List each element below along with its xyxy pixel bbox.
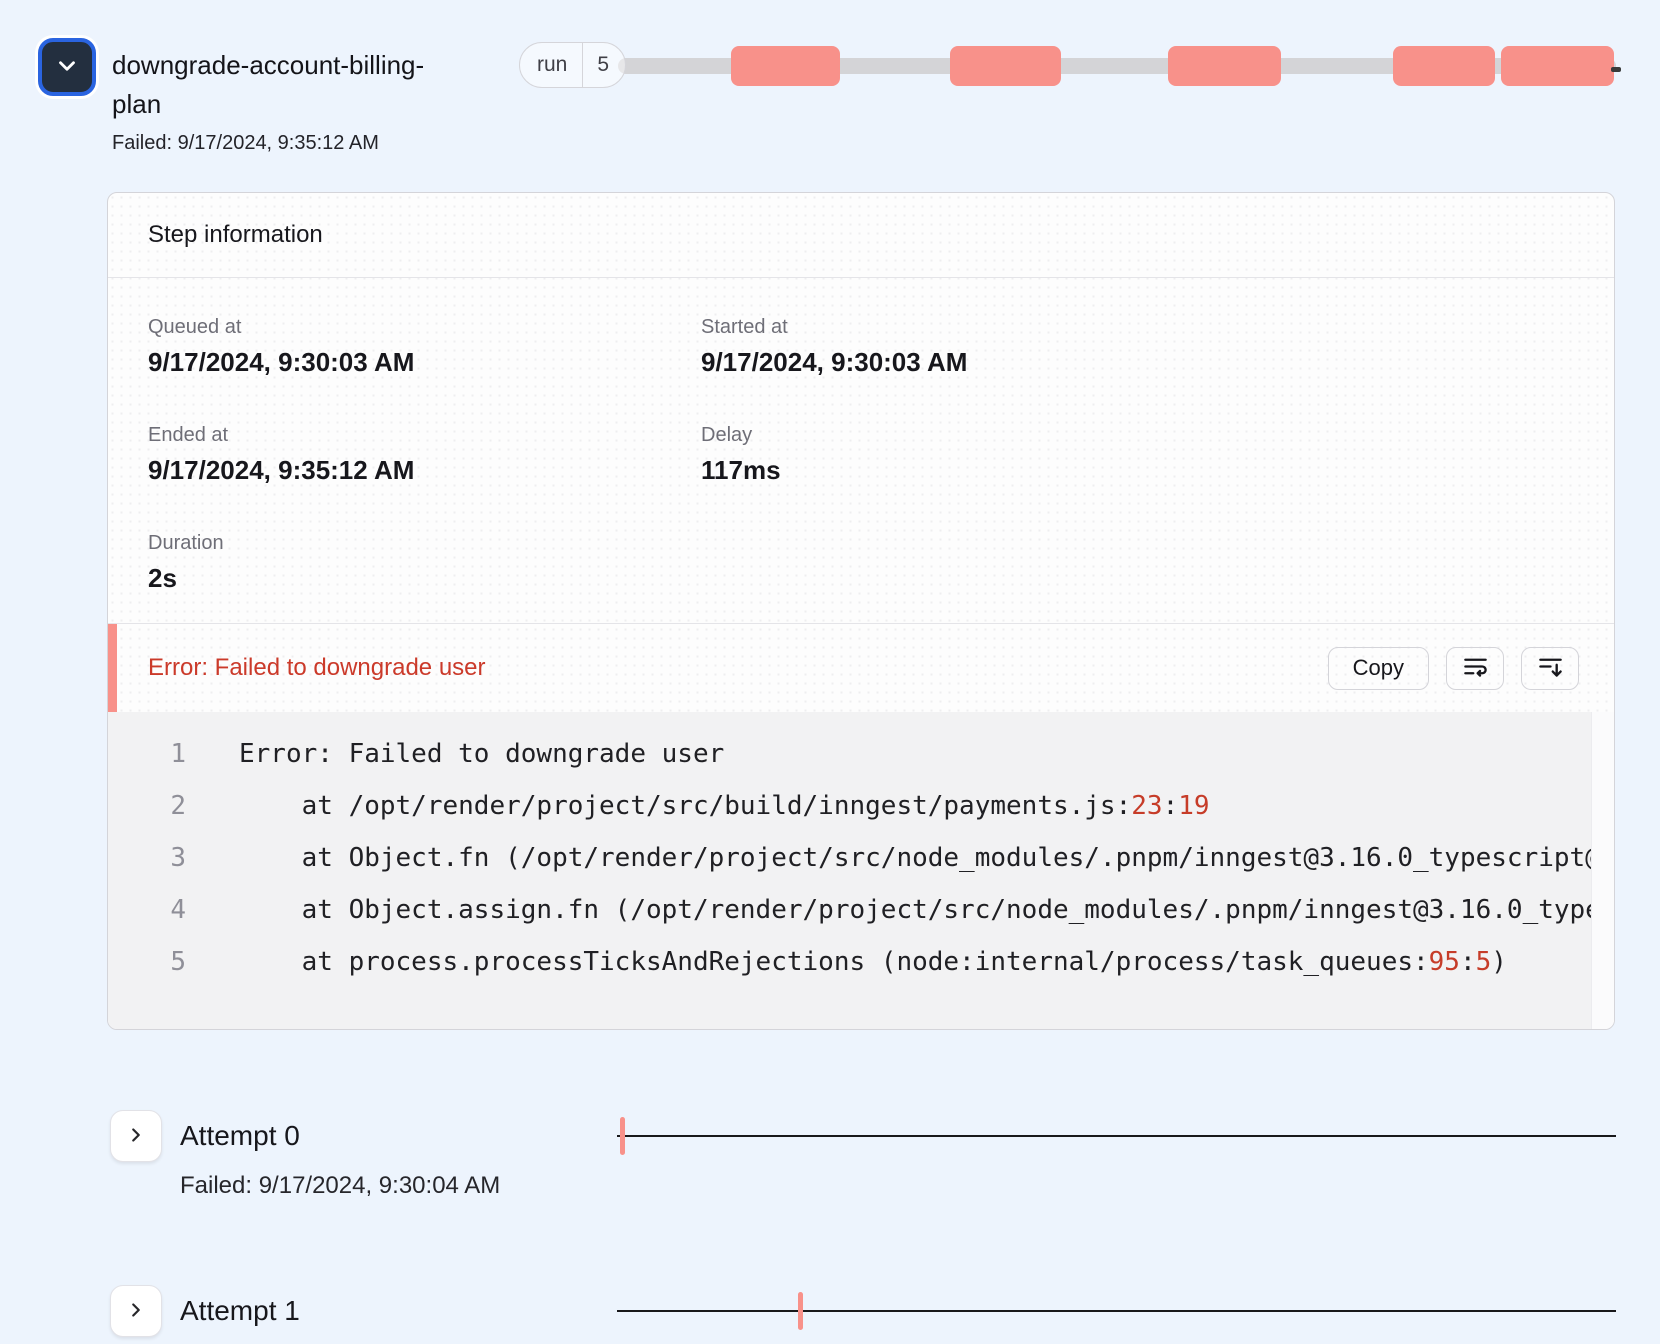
step-info-grid: Queued at9/17/2024, 9:30:03 AMStarted at… [148,314,1579,594]
copy-button[interactable]: Copy [1328,647,1429,690]
chevron-right-icon [125,1124,147,1149]
line-number: 1 [148,728,186,780]
collapse-step-button[interactable] [38,38,96,96]
run-badge: run 5 [519,42,626,88]
info-field: Ended at 9/17/2024, 9:35:12 AM [148,422,701,486]
info-field: Started at 9/17/2024, 9:30:03 AM [701,314,1579,378]
timeline-segment[interactable] [1168,46,1281,86]
stack-trace-scrollbar[interactable] [1591,712,1614,1030]
attempt-label: Attempt 1 [180,1295,300,1327]
stack-trace-line: 1 Error: Failed to downgrade user [108,728,1591,780]
run-badge-label: run [520,43,582,87]
scroll-to-bottom-icon [1537,653,1564,683]
info-field: Duration 2s [148,530,701,594]
timeline-segment[interactable] [731,46,840,86]
timeline-segment[interactable] [1501,46,1614,86]
info-field-value: 2s [148,562,701,594]
attempt-status: Failed: 9/17/2024, 9:30:04 AM [180,1172,500,1200]
attempt-label: Attempt 0 [180,1120,300,1152]
line-number: 3 [148,832,186,884]
chevron-down-icon [54,53,80,82]
attempt-tick [798,1292,803,1330]
step-detail-page: downgrade-account-billing-plan Failed: 9… [0,0,1660,1344]
info-field-label: Started at [701,314,1579,340]
timeline-end-marker [1611,67,1621,72]
info-field-value: 9/17/2024, 9:30:03 AM [148,346,701,378]
line-number: 2 [148,780,186,832]
line-content: at /opt/render/project/src/build/inngest… [239,780,1210,832]
wrap-text-button[interactable] [1446,647,1504,690]
expand-attempt-button[interactable] [110,1285,162,1337]
attempt-timeline [617,1135,1616,1137]
line-number: 4 [148,884,186,936]
error-actions: Copy [1328,647,1579,690]
step-information-card: Step information Queued at9/17/2024, 9:3… [107,192,1615,1030]
step-info-section: Queued at9/17/2024, 9:30:03 AMStarted at… [108,278,1614,623]
scroll-to-bottom-button[interactable] [1521,647,1579,690]
stack-trace: 1Error: Failed to downgrade user2 at /op… [108,712,1591,1030]
info-field-value: 117ms [701,454,1579,486]
info-field-label: Queued at [148,314,701,340]
wrap-text-icon [1462,653,1489,683]
attempt-row: Attempt 1 [110,1285,1616,1344]
error-accent-bar [108,624,117,712]
card-title: Step information [108,193,1614,278]
info-field-value: 9/17/2024, 9:35:12 AM [148,454,701,486]
info-field-label: Duration [148,530,701,556]
info-field-label: Ended at [148,422,701,448]
attempt-tick [620,1117,625,1155]
chevron-right-icon [125,1299,147,1324]
info-field-label: Delay [701,422,1579,448]
attempt-row: Attempt 0 Failed: 9/17/2024, 9:30:04 AM [110,1110,1616,1240]
stack-trace-line: 3 at Object.fn (/opt/render/project/src/… [108,832,1591,884]
error-banner: Error: Failed to downgrade user Copy [108,623,1614,712]
run-track [618,58,1616,74]
stack-trace-section: 1Error: Failed to downgrade user2 at /op… [108,712,1614,1030]
line-content: Error: Failed to downgrade user [239,728,724,780]
attempt-timeline [617,1310,1616,1312]
run-timeline: run 5 [519,42,1616,92]
line-content: at Object.fn (/opt/render/project/src/no… [239,832,1591,884]
timeline-segment[interactable] [950,46,1061,86]
line-content: at Object.assign.fn (/opt/render/project… [239,884,1591,936]
stack-trace-line: 5 at process.processTicksAndRejections (… [108,936,1591,988]
line-content: at process.processTicksAndRejections (no… [239,936,1507,988]
info-field-value: 9/17/2024, 9:30:03 AM [701,346,1579,378]
timeline-segment[interactable] [1393,46,1495,86]
line-number: 5 [148,936,186,988]
stack-trace-line: 2 at /opt/render/project/src/build/innge… [108,780,1591,832]
stack-trace-line: 4 at Object.assign.fn (/opt/render/proje… [108,884,1591,936]
error-message: Error: Failed to downgrade user [148,654,1328,682]
info-field: Delay 117ms [701,422,1579,486]
step-heading: downgrade-account-billing-plan Failed: 9… [112,46,457,155]
expand-attempt-button[interactable] [110,1110,162,1162]
step-name: downgrade-account-billing-plan [112,46,457,124]
step-status: Failed: 9/17/2024, 9:35:12 AM [112,132,457,155]
info-field: Queued at 9/17/2024, 9:30:03 AM [148,314,701,378]
run-badge-count: 5 [582,43,625,87]
